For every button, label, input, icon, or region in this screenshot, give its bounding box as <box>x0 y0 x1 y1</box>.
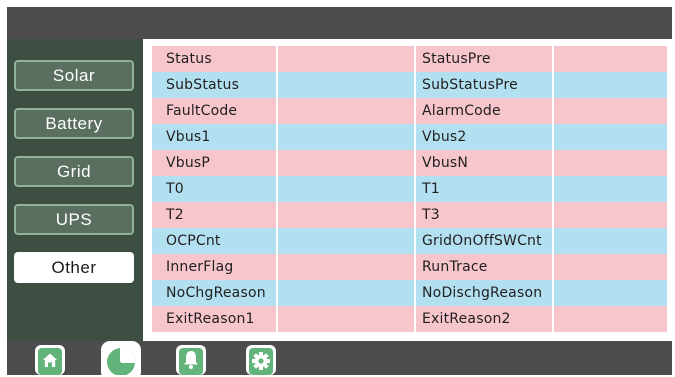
param-value <box>277 280 415 306</box>
pie-chart-icon <box>101 341 141 377</box>
param-label: SubStatus <box>166 77 240 93</box>
table-row: T2 T3 <box>152 202 667 228</box>
column-divider <box>276 46 278 332</box>
table-row: InnerFlag RunTrace <box>152 254 667 280</box>
title-bar <box>7 7 672 39</box>
param-label: NoDischgReason <box>422 285 543 301</box>
param-value <box>277 306 415 332</box>
param-value <box>553 124 667 150</box>
param-label: VbusN <box>422 155 469 171</box>
param-label: StatusPre <box>422 51 491 67</box>
gear-icon <box>246 345 276 375</box>
home-icon <box>35 345 65 375</box>
param-value <box>553 72 667 98</box>
table-row: VbusP VbusN <box>152 150 667 176</box>
param-value <box>277 124 415 150</box>
param-label: T2 <box>166 207 184 223</box>
table-row: Vbus1 Vbus2 <box>152 124 667 150</box>
param-label: T3 <box>422 207 440 223</box>
tab-alarms[interactable] <box>175 341 209 375</box>
param-value <box>553 306 667 332</box>
tab-home[interactable] <box>34 341 68 375</box>
param-label: SubStatusPre <box>422 77 518 93</box>
param-label: GridOnOffSWCnt <box>422 233 542 249</box>
param-value <box>277 228 415 254</box>
param-label: Status <box>166 51 212 67</box>
param-label: VbusP <box>166 155 211 171</box>
bottom-nav-bar <box>7 341 672 377</box>
tab-settings[interactable] <box>245 341 279 375</box>
param-label: FaultCode <box>166 103 238 119</box>
param-value <box>553 254 667 280</box>
nav-grid-button[interactable]: Grid <box>14 156 134 187</box>
param-value <box>277 254 415 280</box>
column-divider <box>414 46 416 332</box>
param-label: InnerFlag <box>166 259 234 275</box>
param-label: Vbus1 <box>166 129 211 145</box>
table-row: SubStatus SubStatusPre <box>152 72 667 98</box>
param-value <box>277 46 415 72</box>
param-label: NoChgReason <box>166 285 266 301</box>
param-value <box>277 98 415 124</box>
tab-statistics[interactable] <box>99 341 141 377</box>
param-value <box>553 98 667 124</box>
bell-icon <box>176 345 206 375</box>
nav-battery-button[interactable]: Battery <box>14 108 134 139</box>
table-row: ExitReason1 ExitReason2 <box>152 306 667 332</box>
param-value <box>553 46 667 72</box>
main-panel: Status StatusPre SubStatus SubStatusPre … <box>143 39 672 341</box>
param-value <box>277 202 415 228</box>
param-value <box>277 150 415 176</box>
table-row: OCPCnt GridOnOffSWCnt <box>152 228 667 254</box>
table-row: FaultCode AlarmCode <box>152 98 667 124</box>
param-label: ExitReason2 <box>422 311 511 327</box>
nav-other-button[interactable]: Other <box>14 252 134 283</box>
sidebar: Solar Battery Grid UPS Other <box>7 39 143 341</box>
param-label: ExitReason1 <box>166 311 255 327</box>
table-row: NoChgReason NoDischgReason <box>152 280 667 306</box>
column-divider <box>552 46 554 332</box>
nav-solar-button[interactable]: Solar <box>14 60 134 91</box>
param-label: Vbus2 <box>422 129 467 145</box>
nav-ups-button[interactable]: UPS <box>14 204 134 235</box>
app-frame: Solar Battery Grid UPS Other Status Stat… <box>7 7 672 377</box>
param-label: OCPCnt <box>166 233 221 249</box>
param-value <box>553 176 667 202</box>
param-label: RunTrace <box>422 259 488 275</box>
param-label: T0 <box>166 181 184 197</box>
table-row: Status StatusPre <box>152 46 667 72</box>
param-label: T1 <box>422 181 440 197</box>
param-value <box>277 72 415 98</box>
param-value <box>553 202 667 228</box>
param-value <box>553 228 667 254</box>
parameter-table: Status StatusPre SubStatus SubStatusPre … <box>152 46 667 332</box>
param-value <box>277 176 415 202</box>
param-label: AlarmCode <box>422 103 501 119</box>
table-row: T0 T1 <box>152 176 667 202</box>
param-value <box>553 280 667 306</box>
param-value <box>553 150 667 176</box>
